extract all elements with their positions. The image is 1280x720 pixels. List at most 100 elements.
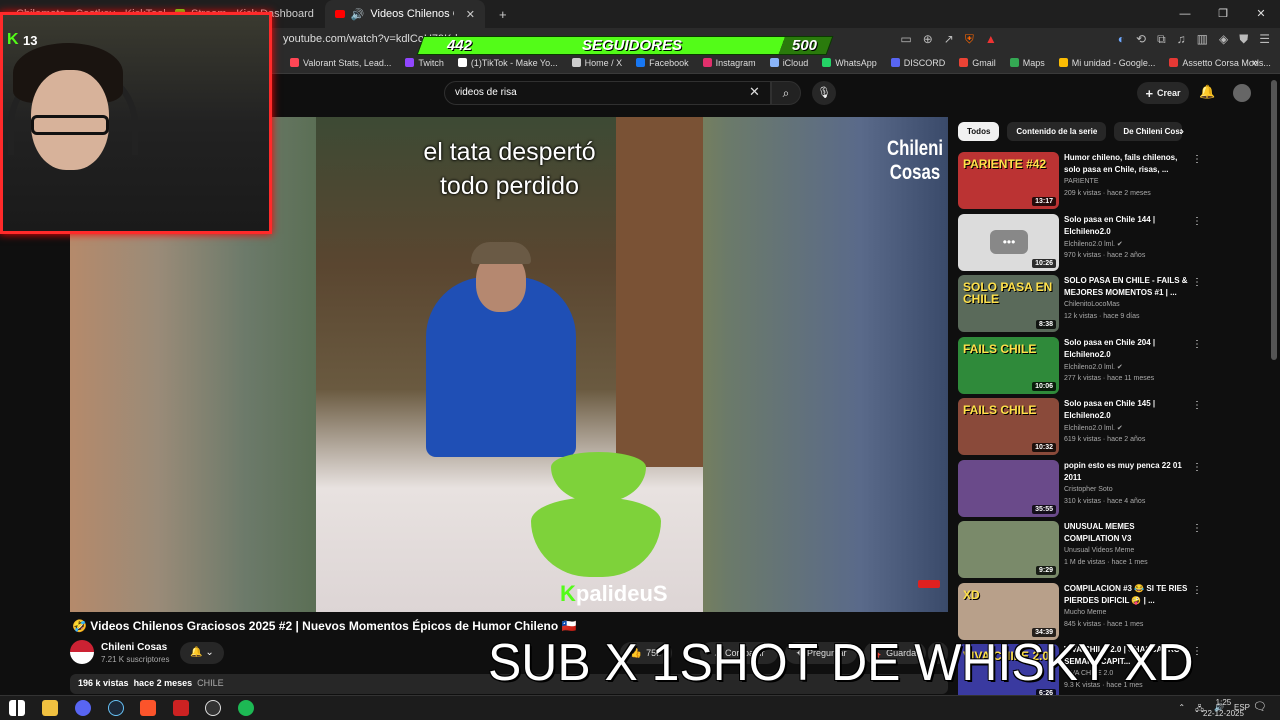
tray-chevron-icon[interactable]: ⌃ <box>1178 703 1185 717</box>
notifications-icon[interactable]: 🔔 <box>1199 84 1215 100</box>
menu-icon[interactable]: ☰ <box>1259 32 1270 47</box>
app-icon[interactable] <box>173 700 189 716</box>
rewards-icon[interactable]: ▲ <box>985 32 997 47</box>
recommendation-channel[interactable]: Cristopher Soto <box>1064 486 1113 493</box>
more-options-icon[interactable]: ⋮ <box>1192 523 1202 534</box>
search-button[interactable]: ⌕ <box>771 81 801 105</box>
channel-avatar[interactable] <box>70 640 94 664</box>
bookmark-item[interactable]: Gmail <box>959 58 996 68</box>
bookmarks-overflow-icon[interactable]: » <box>1252 57 1258 69</box>
bookmark-item[interactable]: Home / X <box>571 58 622 68</box>
recommendation-thumbnail[interactable]: SOLO PASA EN CHILE 8:38 <box>958 275 1059 332</box>
recommendation-channel[interactable]: PARIENTE <box>1064 178 1099 185</box>
voice-search-button[interactable]: 🎙 <box>812 81 836 105</box>
recommendation-title[interactable]: Solo pasa en Chile 144 | Elchileno2.0 <box>1064 214 1189 238</box>
chip-series[interactable]: Contenido de la serie <box>1007 122 1107 141</box>
taskbar-clock[interactable]: 1:25 22-12-2025 <box>1203 697 1244 719</box>
account-avatar[interactable] <box>1233 84 1251 102</box>
chip-all[interactable]: Todos <box>958 122 1000 141</box>
bookmark-item[interactable]: Facebook <box>636 58 689 68</box>
wallet-icon[interactable]: ◈ <box>1219 32 1228 47</box>
recommendation-channel[interactable]: ChilenitoLocoMas <box>1064 301 1120 308</box>
bookmark-item[interactable]: WhatsApp <box>822 58 877 68</box>
minimize-icon[interactable]: — <box>1166 0 1204 28</box>
more-options-icon[interactable]: ⋮ <box>1192 462 1202 473</box>
recommendation-channel[interactable]: Mucho Meme <box>1064 609 1106 616</box>
obs-icon[interactable] <box>205 700 221 716</box>
share-icon[interactable]: ↗ <box>944 32 954 47</box>
recommendation-thumbnail[interactable]: FAILS CHILE 10:32 <box>958 398 1059 455</box>
close-tab-icon[interactable]: ✕ <box>466 8 475 21</box>
brave-shield-icon[interactable]: ⛨ <box>965 32 974 47</box>
windows-start-icon[interactable] <box>9 700 25 716</box>
zoom-icon[interactable]: ⊕ <box>923 32 933 47</box>
recommendation-title[interactable]: Solo pasa en Chile 145 | Elchileno2.0 <box>1064 398 1189 422</box>
bookmark-item[interactable]: DISCORD <box>890 58 945 68</box>
recommendation-item[interactable]: SOLO PASA EN CHILE 8:38 SOLO PASA EN CHILE… <box>958 275 1258 332</box>
close-window-icon[interactable]: ✕ <box>1242 0 1280 28</box>
notification-center-icon[interactable]: 🗨 <box>1253 700 1267 713</box>
new-tab-icon[interactable]: + <box>499 7 507 22</box>
recommendation-item[interactable]: PARIENTE #42 13:17 Humor chileno, fails ch… <box>958 152 1258 209</box>
bookmark-item[interactable]: Mi unidad - Google... <box>1058 58 1155 68</box>
bookmark-item[interactable]: Maps <box>1009 58 1045 68</box>
bookmark-item[interactable]: Twitch <box>405 58 444 68</box>
leo-icon[interactable]: ◐ <box>1118 32 1125 47</box>
video-tag[interactable]: CHILE <box>197 678 224 688</box>
discord-icon[interactable] <box>75 700 91 716</box>
recommendation-thumbnail[interactable]: PARIENTE #42 13:17 <box>958 152 1059 209</box>
clear-search-icon[interactable]: ✕ <box>749 84 760 100</box>
bookmark-item[interactable]: (1)TikTok - Make Yo... <box>457 58 558 68</box>
vpn-icon[interactable]: ⛊ <box>1239 32 1248 47</box>
recommendation-thumbnail[interactable]: FAILS CHILE 10:06 <box>958 336 1059 394</box>
spotify-icon[interactable] <box>238 700 254 716</box>
recommendation-item[interactable]: 35:55 popin esto es muy penca 22 01 2011 C… <box>958 459 1258 517</box>
more-options-icon[interactable]: ⋮ <box>1192 277 1202 288</box>
search-input[interactable]: videos de risa <box>444 81 771 105</box>
brave-icon[interactable] <box>140 700 156 716</box>
bookmark-item[interactable]: Valorant Stats, Lead... <box>290 58 391 68</box>
subscription-bell-button[interactable]: 🔔 ⌄ <box>180 642 224 664</box>
recommendation-title[interactable]: COMPILACION #3 😂 SI TE RIES PIERDES DIFI… <box>1064 583 1189 607</box>
page-scrollbar[interactable] <box>1271 80 1277 360</box>
sidebar-icon[interactable]: ▥ <box>1197 32 1208 47</box>
create-button[interactable]: + Crear <box>1137 82 1189 104</box>
restore-icon[interactable]: ❐ <box>1204 0 1242 28</box>
recommendation-item[interactable]: FAILS CHILE 10:06 Solo pasa en Chile 204 |… <box>958 336 1258 394</box>
recommendation-item[interactable]: FAILS CHILE 10:32 Solo pasa en Chile 145 |… <box>958 398 1258 455</box>
recommendation-item[interactable]: 9:29 UNUSUAL MEMES COMPILATION V3 Unusual … <box>958 521 1258 578</box>
bookmark-item[interactable]: Instagram <box>702 58 756 68</box>
recommendation-channel[interactable]: Elchileno2.0 lml. ✔ <box>1064 363 1123 371</box>
more-options-icon[interactable]: ⋮ <box>1192 339 1202 350</box>
recommendation-channel[interactable]: Elchileno2.0 lml. ✔ <box>1064 240 1123 248</box>
chip-channel[interactable]: De Chileni Cosas <box>1114 122 1183 141</box>
steam-icon[interactable] <box>108 700 124 716</box>
bookmark-item[interactable]: iCloud <box>769 58 808 68</box>
recommendation-title[interactable]: Solo pasa en Chile 204 | Elchileno2.0 <box>1064 337 1189 361</box>
recommendation-title[interactable]: popin esto es muy penca 22 01 2011 <box>1064 460 1189 484</box>
more-options-icon[interactable]: ⋮ <box>1192 216 1202 227</box>
more-options-icon[interactable]: ⋮ <box>1192 154 1202 165</box>
plus-icon: + <box>1145 85 1154 101</box>
file-explorer-icon[interactable] <box>42 700 58 716</box>
recommendation-thumbnail[interactable]: 35:55 <box>958 459 1059 517</box>
subscribe-badge[interactable] <box>918 580 940 588</box>
recommendation-thumbnail[interactable]: 9:29 <box>958 521 1059 578</box>
recommendation-channel[interactable]: Unusual Videos Meme <box>1064 547 1134 554</box>
cast-icon[interactable]: ▭ <box>900 32 911 47</box>
thumbnail-text: FAILS CHILE <box>963 341 1037 356</box>
recommendation-channel[interactable]: Elchileno2.0 lml. ✔ <box>1064 424 1123 432</box>
more-options-icon[interactable]: ⋮ <box>1192 585 1202 596</box>
translate-icon[interactable]: ⟲ <box>1136 32 1146 47</box>
media-icon[interactable]: ♫ <box>1177 32 1186 47</box>
recommendation-title[interactable]: UNUSUAL MEMES COMPILATION V3 <box>1064 521 1189 545</box>
recommendation-title[interactable]: SOLO PASA EN CHILE - FAILS & MEJORES MOM… <box>1064 275 1189 299</box>
browser-tab-active[interactable]: 🔊 Videos Chilenos Graciosos ✕ <box>325 0 485 28</box>
recommendation-item[interactable]: 10:26 ••• Solo pasa en Chile 144 | Elchile… <box>958 213 1258 271</box>
recommendation-thumbnail[interactable]: 10:26 ••• <box>958 213 1059 271</box>
recommendation-title[interactable]: Humor chileno, fails chilenos, solo pasa… <box>1064 152 1189 176</box>
chevron-right-icon[interactable]: › <box>1180 124 1184 138</box>
screenshot-icon[interactable]: ⧉ <box>1157 32 1166 47</box>
more-options-icon[interactable]: ⋮ <box>1192 400 1202 411</box>
channel-name[interactable]: Chileni Cosas <box>101 642 167 653</box>
